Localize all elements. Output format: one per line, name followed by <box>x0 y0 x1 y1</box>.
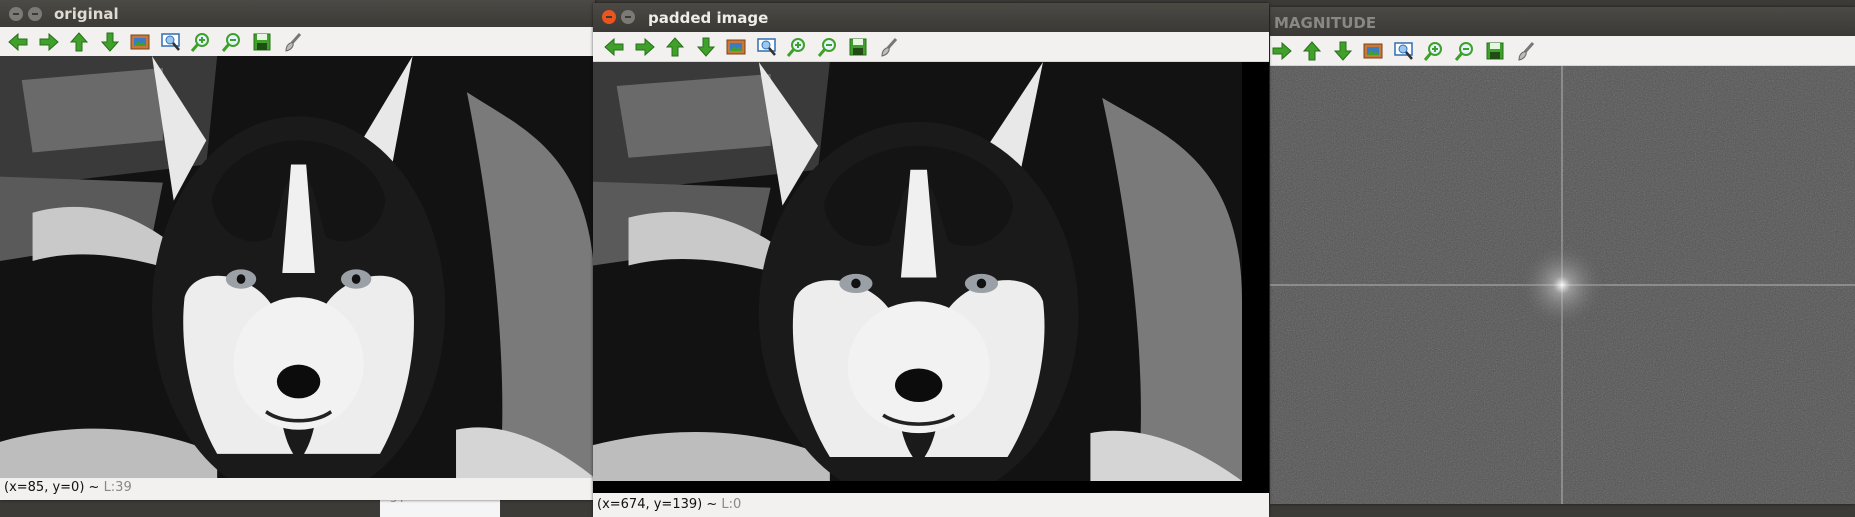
padded-image <box>593 62 1269 493</box>
padded-titlebar[interactable]: padded image <box>593 3 1269 32</box>
zoom-out-icon[interactable] <box>817 36 839 58</box>
status-level: L:39 <box>103 480 132 495</box>
fit-image-icon[interactable] <box>1362 40 1384 62</box>
window-title: MAGNITUDE <box>1274 14 1377 32</box>
magnitude-titlebar[interactable]: MAGNITUDE <box>1270 7 1855 36</box>
original-toolbar <box>0 27 595 57</box>
zoom-region-icon[interactable] <box>756 36 778 58</box>
magnitude-window: MAGNITUDE <box>1270 7 1855 504</box>
zoom-region-icon[interactable] <box>160 31 182 53</box>
arrow-left-icon[interactable] <box>7 31 29 53</box>
arrow-up-icon[interactable] <box>1301 40 1323 62</box>
save-icon[interactable] <box>847 36 869 58</box>
zoom-in-icon[interactable] <box>1423 40 1445 62</box>
arrow-down-icon[interactable] <box>695 36 717 58</box>
husky-photo <box>0 56 595 478</box>
husky-photo <box>593 62 1242 493</box>
status-bar: (x=85, y=0) ~ L:39 <box>0 478 595 498</box>
window-title: original <box>54 5 119 23</box>
fit-image-icon[interactable] <box>129 31 151 53</box>
properties-brush-icon[interactable] <box>878 36 900 58</box>
padded-toolbar <box>593 32 1269 62</box>
properties-brush-icon[interactable] <box>282 31 304 53</box>
properties-brush-icon[interactable] <box>1515 40 1537 62</box>
save-icon[interactable] <box>1484 40 1506 62</box>
zoom-region-icon[interactable] <box>1393 40 1415 62</box>
original-titlebar[interactable]: original <box>0 0 595 29</box>
fit-image-icon[interactable] <box>725 36 747 58</box>
close-button[interactable] <box>9 7 23 21</box>
arrow-right-icon[interactable] <box>1271 40 1293 62</box>
save-icon[interactable] <box>251 31 273 53</box>
original-window: original (x=85, y=0) ~ L:39 <box>0 0 595 500</box>
status-level: L:0 <box>721 497 742 512</box>
minimize-button[interactable] <box>621 10 635 24</box>
arrow-down-icon[interactable] <box>99 31 121 53</box>
window-title: padded image <box>648 9 769 27</box>
close-button[interactable] <box>602 10 616 24</box>
magnitude-image <box>1270 66 1855 504</box>
fft-magnitude-spectrum <box>1270 66 1855 504</box>
minimize-button[interactable] <box>28 7 42 21</box>
zoom-out-icon[interactable] <box>221 31 243 53</box>
arrow-right-icon[interactable] <box>38 31 60 53</box>
status-bar: (x=674, y=139) ~ L:0 <box>593 493 1269 517</box>
zoom-out-icon[interactable] <box>1454 40 1476 62</box>
zoom-in-icon[interactable] <box>786 36 808 58</box>
zoom-in-icon[interactable] <box>190 31 212 53</box>
arrow-down-icon[interactable] <box>1332 40 1354 62</box>
arrow-left-icon[interactable] <box>603 36 625 58</box>
arrow-right-icon[interactable] <box>634 36 656 58</box>
original-image <box>0 56 595 478</box>
status-coords: (x=85, y=0) ~ <box>4 480 100 495</box>
magnitude-toolbar <box>1270 36 1855 66</box>
arrow-up-icon[interactable] <box>664 36 686 58</box>
status-coords: (x=674, y=139) ~ <box>597 497 718 512</box>
padded-image-window: padded image (x=674, y=139) ~ L:0 <box>593 3 1269 517</box>
arrow-up-icon[interactable] <box>68 31 90 53</box>
